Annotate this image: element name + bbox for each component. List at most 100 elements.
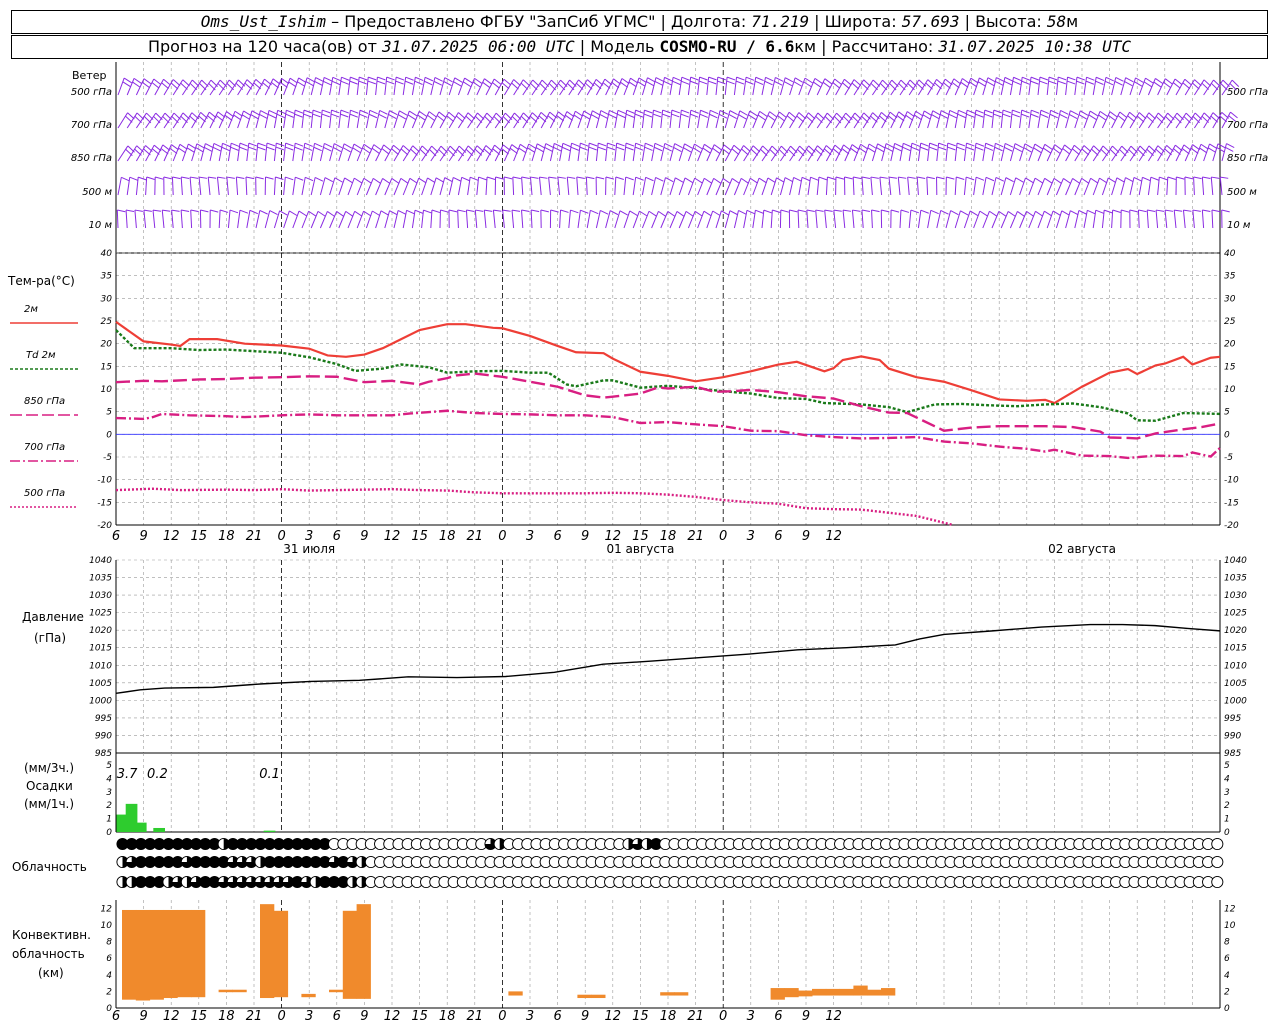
wind-barb-staff — [1203, 79, 1214, 96]
temp-ytick-right: -15 — [1224, 498, 1239, 508]
wind-barb-feather — [391, 148, 399, 155]
wind-barb-feather — [358, 80, 367, 85]
wind-barb-feather — [1112, 209, 1121, 213]
wind-barb-staff — [1164, 210, 1168, 229]
wind-barb-staff — [218, 79, 230, 96]
pressure-ytick-right: 1010 — [1224, 661, 1247, 671]
wind-barb-feather — [644, 109, 653, 114]
hour-label-bottom: 18 — [439, 1009, 456, 1024]
wind-barb-feather — [772, 209, 781, 214]
wind-barb-staff — [899, 79, 911, 96]
wind-barb-staff — [833, 210, 837, 229]
wind-barb-feather — [658, 210, 667, 217]
wind-barb-staff — [779, 145, 791, 162]
wind-barb-feather — [1190, 147, 1199, 154]
wind-barb-staff — [807, 112, 819, 129]
wind-barb-feather — [923, 110, 933, 116]
hour-label-bottom: 18 — [218, 1009, 235, 1024]
wind-barb-feather — [1053, 177, 1062, 184]
wind-barb-feather — [371, 147, 380, 154]
wind-barb-feather — [827, 176, 836, 180]
wind-barb-feather — [929, 146, 938, 151]
wind-barb-feather — [940, 209, 949, 215]
wind-barb-feather — [881, 209, 890, 213]
wind-barb-feather — [1059, 113, 1068, 119]
wind-barb-staff — [465, 210, 469, 229]
precip-3h-label: (мм/3ч.) — [24, 761, 74, 775]
wind-barb-staff — [145, 112, 157, 129]
hour-label: 21 — [467, 529, 484, 544]
wind-barb-feather — [1002, 113, 1011, 118]
wind-barb-feather — [406, 209, 415, 215]
wind-barb-feather — [861, 176, 871, 179]
wind-barb-feather — [598, 142, 607, 147]
wind-barb-feather — [323, 80, 332, 86]
wind-barb-feather — [204, 147, 213, 152]
hour-label: 9 — [360, 529, 368, 544]
wind-barb-feather — [236, 176, 245, 179]
wind-barb-feather — [322, 109, 331, 114]
wind-barb-feather — [902, 146, 911, 152]
wind-barb-feather — [1023, 147, 1032, 153]
wind-barb-feather — [379, 110, 388, 115]
wind-barb-staff — [200, 111, 210, 129]
wind-barb-feather — [702, 147, 711, 154]
wind-barb-feather — [966, 109, 976, 114]
wind-barb-feather — [349, 80, 358, 85]
wind-barb-feather — [1116, 177, 1125, 183]
wind-barb-feather — [1217, 143, 1226, 149]
wind-barb-staff — [853, 79, 865, 96]
wind-barb-feather — [672, 76, 682, 82]
wind-barb-staff — [521, 210, 524, 229]
temp-ytick-right: -5 — [1224, 453, 1233, 463]
wind-barb-feather — [1202, 176, 1211, 179]
wind-barb-staff — [870, 177, 873, 196]
hour-label: 21 — [687, 529, 704, 544]
temp-ytick: 5 — [106, 408, 112, 418]
wind-barb-feather — [757, 114, 766, 121]
wind-barb-feather — [554, 142, 563, 148]
hour-label-bottom: 21 — [246, 1009, 263, 1024]
pressure-ytick-right: 985 — [1224, 749, 1241, 759]
wind-barb-feather — [654, 146, 663, 152]
wind-barb-feather — [1095, 80, 1104, 85]
hour-label: 15 — [191, 529, 208, 544]
wind-barb-feather — [386, 80, 395, 85]
wind-barb-feather — [932, 110, 941, 116]
wind-barb-feather — [1192, 209, 1201, 212]
wind-level-label: 10 м — [89, 220, 113, 231]
wind-barb-feather — [634, 146, 644, 151]
wind-barb-staff — [770, 145, 782, 162]
precip-ytick: 5 — [106, 761, 112, 771]
wind-barb-feather — [655, 176, 664, 182]
wind-barb-staff — [585, 176, 588, 196]
wind-barb-staff — [927, 79, 937, 96]
wind-barb-feather — [767, 114, 776, 122]
wind-barb-feather — [922, 114, 931, 120]
wind-barb-staff — [1184, 112, 1196, 129]
wind-barb-feather — [544, 147, 553, 152]
wind-barb-feather — [504, 176, 513, 180]
wind-barb-feather — [117, 209, 126, 213]
wind-barb-feather — [798, 112, 807, 119]
wind-barb-feather — [647, 77, 656, 83]
wind-barb-feather — [1107, 177, 1117, 183]
temp-title: Тем-ра(°C) — [7, 274, 75, 288]
wind-barb-feather — [436, 115, 445, 122]
hour-label-bottom: 6 — [333, 1009, 341, 1024]
wind-barb-staff — [117, 112, 128, 129]
wind-barb-feather — [1015, 177, 1024, 183]
wind-barb-staff — [531, 79, 543, 96]
wind-barb-feather — [363, 143, 372, 150]
wind-barb-staff — [513, 112, 524, 129]
wind-barb-staff — [881, 111, 891, 129]
wind-barb-feather — [1199, 147, 1208, 154]
conv-bar — [163, 909, 178, 999]
legend-label: 700 гПа — [24, 442, 65, 453]
legend-label: 850 гПа — [24, 396, 65, 407]
wind-barb-staff — [226, 177, 229, 196]
wind-barb-staff — [1193, 79, 1205, 96]
wind-barb-feather — [1138, 209, 1147, 213]
precip-ytick-right: 0 — [1224, 828, 1230, 838]
wind-barb-feather — [219, 209, 229, 213]
